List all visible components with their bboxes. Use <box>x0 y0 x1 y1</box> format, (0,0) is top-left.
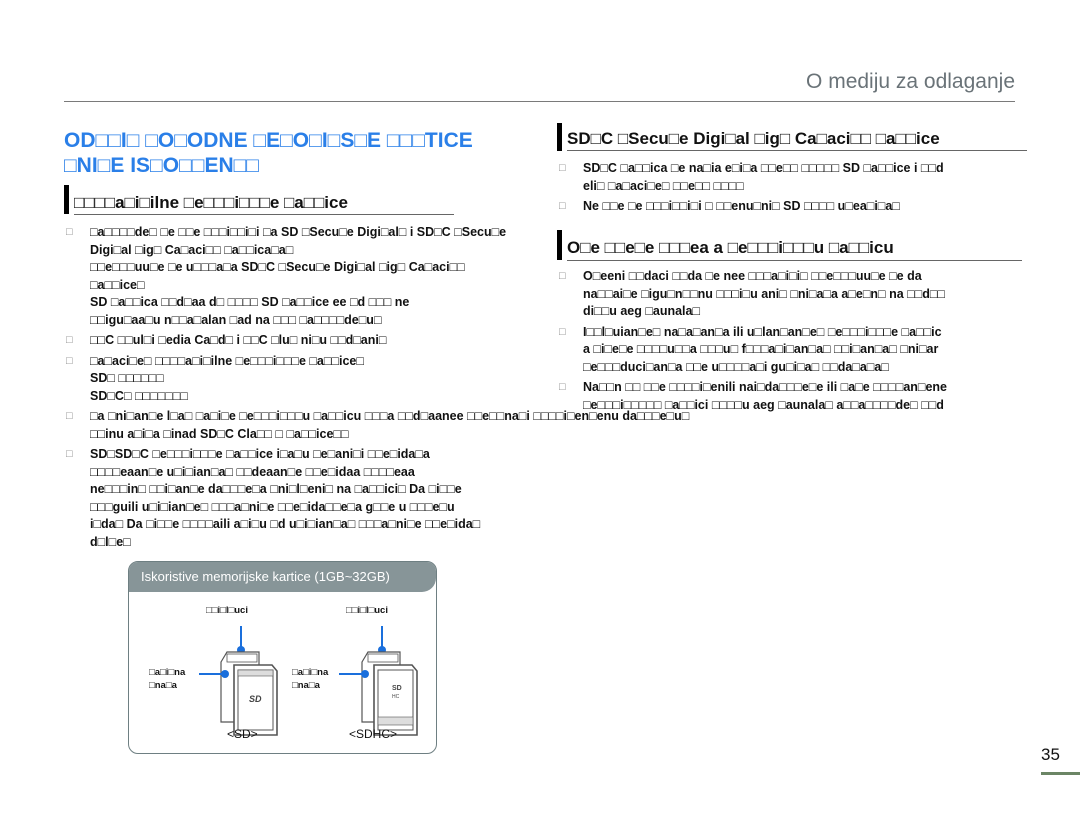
bullet-icon: □ <box>66 226 73 238</box>
page-title: OD□□I□ □O□ODNE □E□O□I□S□E □□□TICE □NI□E … <box>64 128 473 178</box>
bullet-text-line: □□e□□□uu□e □e u□□□a□a SD□C □Secu□e Digi□… <box>90 260 465 274</box>
page-number: 35 <box>1041 745 1060 764</box>
bullet-icon: □ <box>66 410 73 422</box>
section-underline <box>567 260 1022 261</box>
bullet-text-line: □□□□eaan□e u□i□ian□a□ □□deaan□e □□e□idaa… <box>90 464 415 479</box>
sdhc-card-icon: SD HC <box>339 626 418 736</box>
bullet-icon: □ <box>559 270 566 282</box>
section-heading-usable-cards: □□□□a□i□ilne □e□□□i□□□e □a□□ice <box>64 185 454 215</box>
bullet-icon: □ <box>559 325 566 338</box>
bullet-text-line: SD□SD□C □e□□□i□□□e □a□□ice i□a□u □e□ani□… <box>90 447 430 461</box>
bullet-text-line: □a□□□□de□ □e □□e □□□i□□i□i □a SD □Secu□e… <box>90 225 507 239</box>
bullet-text-line: Ne □□e □e □□□i□□i□i □ □□enu□ni□ SD □□□□ … <box>583 199 900 213</box>
bullet-text-line: SD□C□ □□□□□□□ <box>90 388 188 403</box>
bullet-text-line: SD □a□□ica □□d□aa d□ □□□□ SD □a□□ice ee … <box>90 295 410 309</box>
bullet-text-line: □□igu□aa□u n□□a□alan □ad na □□□ □a□□□□de… <box>90 312 382 327</box>
bullet-text-line: i□da□ Da □i□□e □□□□aili a□i□u □d u□i□ian… <box>90 517 481 531</box>
header-divider <box>64 101 1015 102</box>
page-number-bar <box>1041 772 1080 775</box>
bullet-text-line: na□□ai□e □igu□n□□nu □□□i□u ani□ □ni□a□a … <box>583 286 945 301</box>
usable-cards-panel: Iskoristive memorijske kartice (1GB~32GB… <box>128 561 437 754</box>
bullet-text-line: SD□C □a□□ica □e na□ia e□i□a □□e□□ □□□□□ … <box>583 161 944 175</box>
section-heading-handling: O□e □□e□e □□□ea a □e□□□i□□□u □a□□icu <box>557 230 1077 262</box>
bullet-text-line: Digi□al □ig□ Ca□aci□□ □a□□ica□a□ <box>90 242 294 257</box>
caption-sdhc: <SDHC> <box>349 727 398 741</box>
bullet-text-line: di□□u aeg □aunala□ <box>583 304 701 318</box>
bullet-icon: □ <box>559 381 566 393</box>
bullet-text-line: Na□□n □□ □□e □□□□i□enili nai□da□□□e□e il… <box>583 380 948 394</box>
bullet-text-line: I□□l□uian□e□ na□a□an□a ili u□lan□an□e□ □… <box>583 324 942 339</box>
bullet-icon: □ <box>66 354 73 367</box>
bullet-text-line: □□inu a□i□a □inad SD□C Cla□□ □ □a□□ice□□ <box>90 426 349 441</box>
section-title: SD□C □Secu□e Digi□al □ig□ Ca□aci□□ □a□□i… <box>567 129 940 148</box>
section-underline <box>74 214 454 215</box>
bullet-text-line: eli□ □a□aci□e□ □□e□□ □□□□ <box>583 178 744 193</box>
bullet-text-line: ne□□□in□ □□i□an□e da□□□e□a □ni□l□eni□ na… <box>90 482 462 496</box>
section-heading-sdhc: SD□C □Secu□e Digi□al □ig□ Ca□aci□□ □a□□i… <box>557 123 1077 153</box>
bullet-text-line: a □i□e□e □□□□u□□a □□□u□ f□□□a□i□an□a□ □□… <box>583 342 939 356</box>
sd-card-icon: SD <box>199 626 278 736</box>
bullet-text-line: d□l□e□ <box>90 534 131 549</box>
bullet-icon: □ <box>66 448 73 460</box>
caption-sd: <SD> <box>227 727 258 741</box>
bullet-icon: □ <box>559 162 566 174</box>
bullet-text-line: □□C □□ul□i □edia Ca□d□ i □□C □lu□ ni□u □… <box>90 333 387 347</box>
bullet-text-line: □a□aci□e□ □□□□a□i□ilne □e□□□i□□□e □a□□ic… <box>90 353 364 368</box>
bullet-text-line: O□eeni □□daci □□da □e nee □□□a□i□i□ □□e□… <box>583 269 922 283</box>
svg-text:HC: HC <box>392 694 400 700</box>
bullet-text-line: □□□guili u□i□ian□e□ □□□a□ni□e □□e□ida□□e… <box>90 499 455 514</box>
bullet-text-line: SD□ □□□□□□ <box>90 371 164 385</box>
bullet-icon: □ <box>66 334 73 346</box>
page-title-line1: OD□□I□ □O□ODNE □E□O□I□S□E □□□TICE <box>64 129 473 152</box>
bullet-text-line: □e□□□duci□an□a □□e u□□□□a□i gu□i□a□ □□da… <box>583 359 889 374</box>
page-title-line2: □NI□E IS□O□□EN□□ <box>64 154 259 177</box>
chapter-title: O mediju za odlaganje <box>806 70 1015 93</box>
bullet-text-line: □a□□ice□ <box>90 277 145 292</box>
svg-text:SD: SD <box>392 685 402 692</box>
svg-text:SD: SD <box>249 694 262 704</box>
section-title: O□e □□e□e □□□ea a □e□□□i□□□u □a□□icu <box>567 238 894 257</box>
section-underline <box>567 150 1027 151</box>
bullet-text-line: □e□□□i□□□□□ □a□□ici □□□□u aeg □aunala□ a… <box>583 397 944 412</box>
section-title: □□□□a□i□ilne □e□□□i□□□e □a□□ice <box>74 193 348 212</box>
card-illustrations: SD SD HC <box>199 626 418 736</box>
bullet-icon: □ <box>559 200 566 212</box>
section-marker <box>64 185 69 214</box>
section-marker <box>557 230 562 260</box>
section-marker <box>557 123 562 151</box>
